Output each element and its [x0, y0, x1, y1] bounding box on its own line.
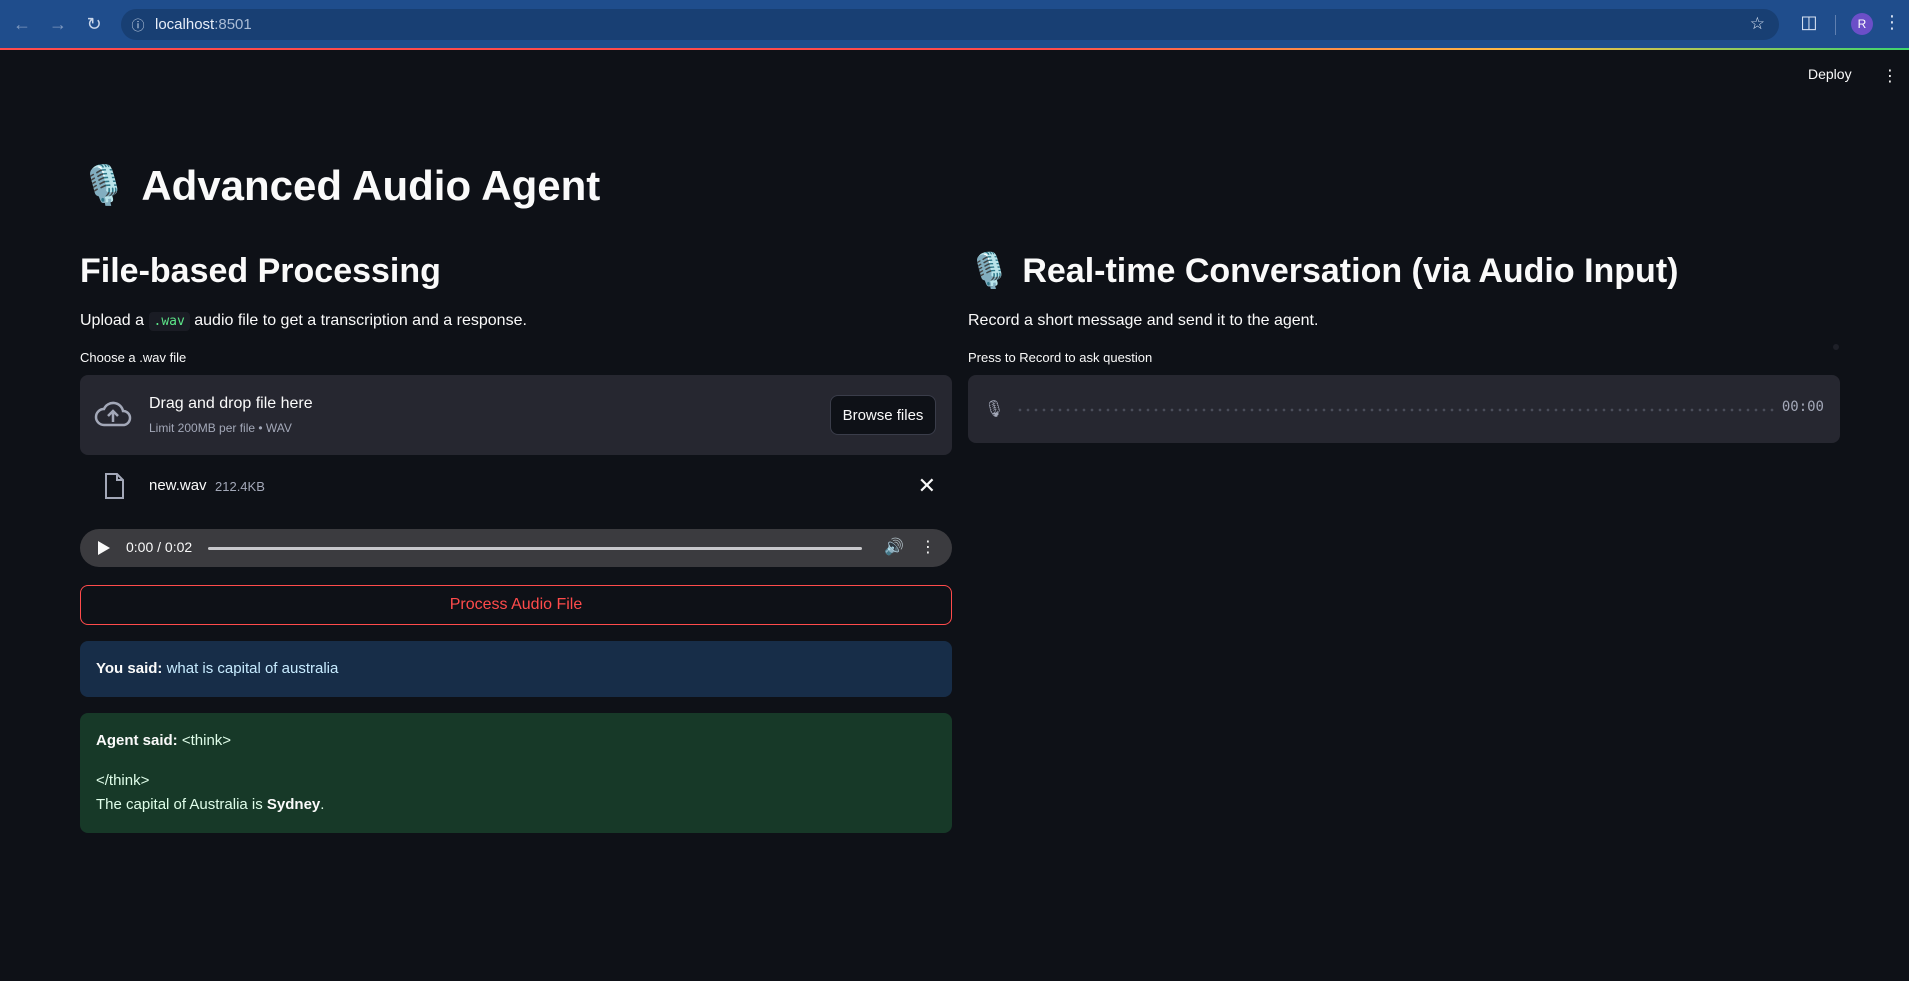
- realtime-column: 🎙️ Real-time Conversation (via Audio Inp…: [968, 248, 1840, 443]
- file-processing-column: File-based Processing Upload a .wav audi…: [80, 248, 952, 833]
- you-said-alert: You said: what is capital of australia: [80, 641, 952, 697]
- cloud-upload-icon: [94, 401, 132, 427]
- waveform-placeholder: [1016, 408, 1778, 412]
- file-section-heading: File-based Processing: [80, 252, 441, 290]
- agent-think-close: </think>: [96, 772, 150, 789]
- recorder-label: Press to Record to ask question: [968, 350, 1153, 365]
- uploaded-file-row: new.wav 212.4KB ✕: [80, 455, 952, 519]
- site-info-icon[interactable]: ⓘ: [121, 15, 155, 34]
- browser-toolbar: ← → ↻ ⓘ localhost:8501 ☆ ◫ R ⋮: [0, 0, 1909, 48]
- realtime-section-heading: 🎙️ Real-time Conversation (via Audio Inp…: [968, 248, 1840, 294]
- audio-options-icon[interactable]: ⋮: [920, 537, 936, 557]
- agent-said-label: Agent said:: [96, 732, 178, 749]
- uploader-label: Choose a .wav file: [80, 350, 187, 365]
- play-icon[interactable]: [98, 541, 110, 555]
- file-size: 212.4KB: [215, 479, 265, 494]
- bookmark-star-icon[interactable]: ☆: [1750, 14, 1765, 34]
- file-dropzone[interactable]: Drag and drop file here Limit 200MB per …: [80, 375, 952, 455]
- record-timer: 00:00: [1781, 399, 1824, 415]
- wav-code: .wav: [148, 312, 190, 331]
- agent-answer-text: The capital of Australia is: [96, 796, 267, 813]
- agent-said-alert: Agent said: <think> </think> The capital…: [80, 713, 952, 833]
- toolbar-divider: [1835, 15, 1836, 35]
- status-dot: [1833, 344, 1839, 350]
- header-decoration-bar: [0, 48, 1909, 50]
- you-said-label: You said:: [96, 660, 163, 677]
- forward-icon[interactable]: →: [40, 6, 76, 42]
- audio-progress-slider[interactable]: [208, 547, 862, 550]
- file-name: new.wav: [149, 477, 207, 494]
- main-menu-icon[interactable]: ⋮: [1882, 66, 1898, 86]
- volume-icon[interactable]: 🔊: [884, 537, 904, 557]
- microphone-icon: 🎙️: [80, 165, 128, 207]
- audio-recorder[interactable]: 🎙 00:00: [968, 375, 1840, 443]
- profile-avatar[interactable]: R: [1851, 13, 1873, 35]
- record-microphone-icon[interactable]: 🎙: [984, 399, 1004, 419]
- you-said-text: what is capital of australia: [162, 660, 339, 677]
- file-section-description: Upload a .wav audio file to get a transc…: [80, 312, 527, 331]
- process-audio-button[interactable]: Process Audio File: [80, 585, 952, 625]
- dropzone-limit: Limit 200MB per file • WAV: [149, 421, 292, 435]
- address-bar[interactable]: ⓘ localhost:8501 ☆: [121, 9, 1779, 40]
- microphone-icon: 🎙️: [968, 252, 1011, 290]
- file-icon: [105, 473, 124, 499]
- agent-think-open: <think>: [177, 732, 232, 749]
- browse-files-button[interactable]: Browse files: [830, 395, 936, 435]
- page-title: 🎙️ Advanced Audio Agent: [80, 162, 600, 210]
- deploy-button[interactable]: Deploy: [1808, 66, 1852, 88]
- reload-icon[interactable]: ↻: [76, 6, 112, 42]
- browser-menu-icon[interactable]: ⋮: [1883, 12, 1901, 33]
- realtime-description: Record a short message and send it to th…: [968, 312, 1319, 329]
- remove-file-icon[interactable]: ✕: [918, 473, 936, 499]
- url-text: localhost:8501: [155, 16, 252, 33]
- agent-answer-bold: Sydney: [266, 796, 321, 813]
- audio-player: 0:00 / 0:02 🔊 ⋮: [80, 529, 952, 567]
- audio-time: 0:00 / 0:02: [126, 539, 193, 555]
- page-title-text: Advanced Audio Agent: [141, 162, 601, 209]
- back-icon[interactable]: ←: [4, 6, 40, 42]
- dropzone-title: Drag and drop file here: [149, 395, 313, 412]
- extensions-icon[interactable]: ◫: [1797, 12, 1821, 36]
